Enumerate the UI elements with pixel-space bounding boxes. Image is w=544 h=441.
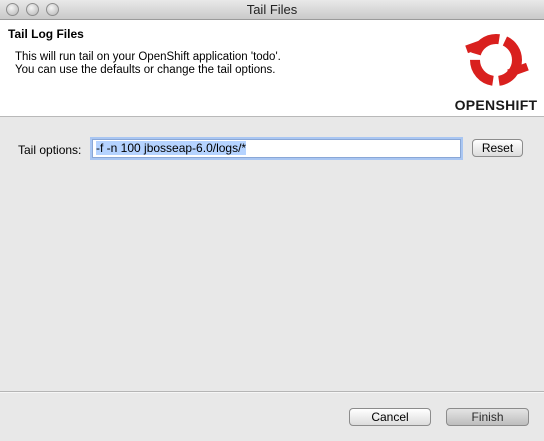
finish-button[interactable]: Finish xyxy=(446,408,529,426)
window-title: Tail Files xyxy=(246,2,298,17)
footer-separator xyxy=(0,391,544,393)
description-line-2: You can use the defaults or change the t… xyxy=(15,64,276,76)
description-line-1: This will run tail on your OpenShift app… xyxy=(15,51,281,63)
page-description: This will run tail on your OpenShift app… xyxy=(15,51,281,77)
tail-options-label: Tail options: xyxy=(18,143,82,157)
openshift-ring-icon xyxy=(465,34,529,86)
window-titlebar[interactable]: Tail Files xyxy=(0,0,544,20)
wizard-header: Tail Log Files This will run tail on you… xyxy=(0,20,544,117)
cancel-button[interactable]: Cancel xyxy=(349,408,431,426)
openshift-logo-text: OPENSHIFT xyxy=(454,97,538,113)
openshift-logo: OPENSHIFT xyxy=(452,24,537,114)
tail-options-value: -f -n 100 jbosseap-6.0/logs/* xyxy=(96,141,247,155)
page-title: Tail Log Files xyxy=(8,27,84,41)
reset-button[interactable]: Reset xyxy=(472,139,523,157)
tail-options-input[interactable]: -f -n 100 jbosseap-6.0/logs/* xyxy=(92,139,461,158)
